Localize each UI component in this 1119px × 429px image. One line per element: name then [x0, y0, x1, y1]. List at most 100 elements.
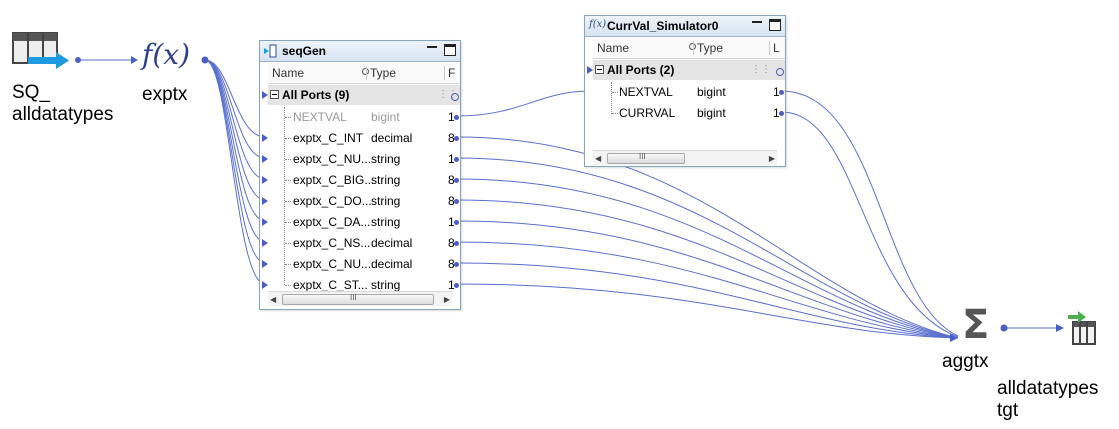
maximize-icon[interactable]	[769, 19, 781, 31]
port-row[interactable]: NEXTVAL bigint 1	[593, 82, 785, 103]
collapse-icon[interactable]	[595, 65, 604, 74]
expression-function-icon[interactable]: f(x)	[142, 38, 198, 74]
link-currval-agg-1	[780, 90, 959, 337]
aggregator-sigma-icon[interactable]: Σ	[962, 302, 1002, 348]
port-type: string	[371, 215, 401, 229]
currval-simulator-panel[interactable]: f(x) CurrVal_Simulator0 Name Type L All …	[584, 15, 786, 167]
scroll-thumb[interactable]	[607, 153, 685, 164]
port-name: exptx_C_BIG...	[293, 173, 375, 187]
sequence-generator-icon	[264, 44, 278, 58]
maximize-icon[interactable]	[444, 44, 456, 56]
column-name-header[interactable]: Name	[272, 66, 304, 80]
column-type-header[interactable]: Type	[370, 66, 396, 80]
group-drag-handle-icon[interactable]: ⋮⋮	[751, 64, 771, 75]
column-separator	[693, 41, 694, 55]
port-row[interactable]: NEXTVAL bigint 1	[268, 107, 460, 128]
seqgen-group-all-ports[interactable]: All Ports (9) ⋮⋮	[268, 85, 460, 105]
currval-group-all-ports[interactable]: All Ports (2) ⋮⋮	[593, 60, 785, 80]
seqgen-panel[interactable]: seqGen Name Type F All Ports (9) ⋮⋮ NEXT…	[259, 40, 461, 310]
scroll-left-arrow-icon[interactable]: ◀	[595, 154, 601, 163]
target-table-icon[interactable]	[1066, 310, 1098, 346]
port-output-dot[interactable]	[454, 241, 459, 246]
tree-branch	[285, 180, 291, 182]
port-output-dot[interactable]	[454, 283, 459, 288]
arrow-exptx-in	[131, 56, 138, 64]
tree-branch	[285, 222, 291, 224]
port-row[interactable]: exptx_C_DA... string 1	[262, 212, 460, 233]
port-row[interactable]: CURRVAL bigint 1	[593, 103, 785, 124]
collapse-icon[interactable]	[270, 90, 279, 99]
port-name: NEXTVAL	[293, 110, 347, 124]
scroll-thumb[interactable]	[282, 294, 434, 305]
port-row[interactable]: exptx_C_NU... string 1	[262, 149, 460, 170]
port-name: exptx_C_ST...	[293, 278, 368, 292]
link-exptx-seqgen-8	[204, 59, 266, 285]
port-output-dot[interactable]	[779, 111, 784, 116]
port-input-arrow-icon[interactable]	[262, 176, 268, 184]
tree-branch	[285, 117, 291, 119]
scroll-right-arrow-icon[interactable]: ▶	[769, 154, 775, 163]
tree-branch	[285, 243, 291, 245]
port-input-arrow-icon[interactable]	[262, 218, 268, 226]
scroll-thumb-grip: III	[350, 293, 357, 302]
port-row[interactable]: exptx_C_NU... decimal 8	[262, 254, 460, 275]
link-exptx-seqgen-4	[204, 59, 266, 201]
link-exptx-seqgen-3	[204, 59, 266, 180]
seqgen-title-bar[interactable]: seqGen	[260, 41, 460, 62]
port-name: exptx_C_NS...	[293, 236, 371, 250]
link-seqgen-agg-1	[456, 136, 959, 339]
port-output-dot[interactable]	[454, 178, 459, 183]
port-output-dot[interactable]	[454, 157, 459, 162]
source-qualifier-icon[interactable]	[12, 31, 70, 73]
expression-function-icon-small: f(x)	[589, 19, 607, 30]
scroll-right-arrow-icon[interactable]: ▶	[444, 295, 450, 304]
expression-label: exptx	[142, 84, 188, 105]
seqgen-horizontal-scrollbar[interactable]: ◀ III ▶	[268, 291, 452, 306]
port-output-dot[interactable]	[454, 115, 459, 120]
port-dot-exptx-out	[201, 56, 209, 64]
port-name: exptx_C_INT	[293, 131, 364, 145]
port-type: decimal	[371, 257, 413, 271]
group-output-ring-icon	[451, 93, 459, 101]
currval-title-bar[interactable]: f(x) CurrVal_Simulator0	[585, 16, 785, 37]
tree-branch	[285, 285, 291, 287]
scroll-left-arrow-icon[interactable]: ◀	[270, 295, 276, 304]
scroll-thumb-grip: III	[639, 152, 646, 161]
target-label: alldatatypes tgt	[997, 378, 1099, 421]
port-type: string	[371, 278, 401, 292]
port-input-arrow-icon[interactable]	[262, 155, 268, 163]
currval-horizontal-scrollbar[interactable]: ◀ III ▶	[593, 150, 777, 165]
port-input-arrow-icon[interactable]	[262, 239, 268, 247]
seqgen-title: seqGen	[282, 44, 327, 58]
column-prec-header[interactable]: F	[448, 66, 455, 80]
port-input-arrow-icon[interactable]	[262, 260, 268, 268]
port-output-dot[interactable]	[454, 262, 459, 267]
port-input-arrow-icon[interactable]	[262, 134, 268, 142]
column-type-header[interactable]: Type	[697, 41, 723, 55]
link-exptx-seqgen-5	[204, 59, 266, 222]
column-name-header[interactable]: Name	[597, 41, 629, 55]
minimize-icon[interactable]	[426, 44, 438, 56]
link-exptx-seqgen-6	[204, 59, 266, 243]
group-label: All Ports (9)	[282, 88, 350, 102]
port-input-arrow-icon[interactable]	[262, 281, 268, 289]
minimize-icon[interactable]	[751, 19, 763, 31]
currval-column-header: Name Type L	[593, 38, 785, 59]
port-row[interactable]: exptx_C_DO... string 8	[262, 191, 460, 212]
link-seqgen-agg-8	[456, 283, 959, 339]
arrow-agg-in	[950, 334, 958, 342]
port-output-dot[interactable]	[454, 220, 459, 225]
port-output-dot[interactable]	[779, 90, 784, 95]
port-output-dot[interactable]	[454, 199, 459, 204]
port-output-dot[interactable]	[454, 136, 459, 141]
tree-branch	[285, 159, 291, 161]
mapping-canvas[interactable]: SQ_ alldatatypes f(x) exptx seqGen Name …	[0, 0, 1119, 429]
port-type: string	[371, 194, 401, 208]
column-separator	[444, 66, 445, 80]
column-prec-header[interactable]: L	[773, 41, 780, 55]
port-row[interactable]: exptx_C_NS... decimal 8	[262, 233, 460, 254]
port-input-arrow-icon[interactable]	[262, 197, 268, 205]
port-row[interactable]: exptx_C_BIG... string 8	[262, 170, 460, 191]
port-row[interactable]: exptx_C_INT decimal 8	[262, 128, 460, 149]
port-type: bigint	[697, 106, 726, 120]
